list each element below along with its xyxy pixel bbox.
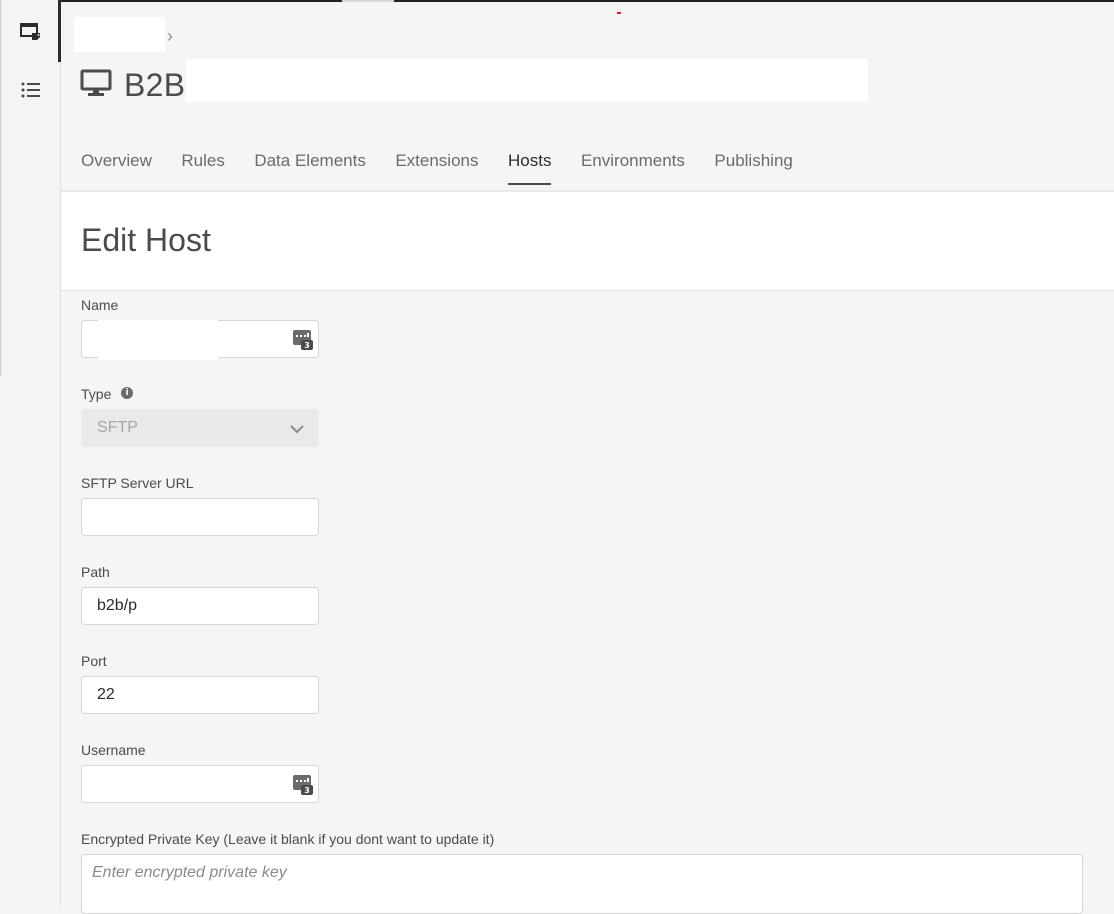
red-mark [617,12,621,14]
data-element-icon[interactable]: 3 [292,774,314,801]
info-icon[interactable]: i [121,387,133,399]
tab-hosts[interactable]: Hosts [508,151,552,185]
property-title-text: B2B [124,66,186,103]
name-label: Name [81,297,119,313]
top-border-gap [342,0,394,2]
property-title: B2B [80,62,185,108]
path-input[interactable]: b2b/p [81,587,319,625]
tab-data-elements[interactable]: Data Elements [254,151,366,185]
breadcrumb-chevron-icon: › [167,26,173,46]
private-key-textarea[interactable]: Enter encrypted private key [81,854,1083,914]
redacted-title-area [186,59,868,102]
svg-text:3: 3 [304,786,310,795]
path-value: b2b/p [97,597,138,614]
page-header-panel: Edit Host [61,192,1114,291]
properties-rail-button[interactable] [14,16,48,50]
rail-active-indicator [58,0,61,62]
type-label: Type [81,386,112,402]
tab-bar: Overview Rules Data Elements Extensions … [81,151,822,185]
path-label: Path [81,564,110,580]
tab-publishing[interactable]: Publishing [714,151,792,185]
tab-overview[interactable]: Overview [81,151,152,185]
data-element-icon[interactable]: 3 [292,329,314,356]
list-rail-button[interactable] [14,75,48,109]
server-url-input[interactable] [81,498,319,536]
port-value: 22 [97,686,115,703]
username-input[interactable]: 3 [81,765,319,803]
page-title: Edit Host [81,222,211,258]
svg-text:3: 3 [304,341,310,350]
left-rail [0,0,61,906]
chevron-down-icon [290,422,304,440]
server-url-label: SFTP Server URL [81,475,194,491]
monitor-icon [80,69,112,102]
username-label: Username [81,742,146,758]
port-label: Port [81,653,107,669]
tab-extensions[interactable]: Extensions [395,151,478,185]
tab-environments[interactable]: Environments [581,151,685,185]
port-input[interactable]: 22 [81,676,319,714]
rail-edge [0,0,1,376]
tab-rules[interactable]: Rules [181,151,224,185]
redacted-name-value [98,320,218,360]
top-border [61,0,1114,2]
breadcrumb-link[interactable] [74,17,165,52]
type-select[interactable]: SFTP [81,409,319,447]
properties-icon [19,20,43,47]
type-select-value: SFTP [97,419,138,436]
list-icon [20,79,42,106]
private-key-label: Encrypted Private Key (Leave it blank if… [81,831,495,847]
